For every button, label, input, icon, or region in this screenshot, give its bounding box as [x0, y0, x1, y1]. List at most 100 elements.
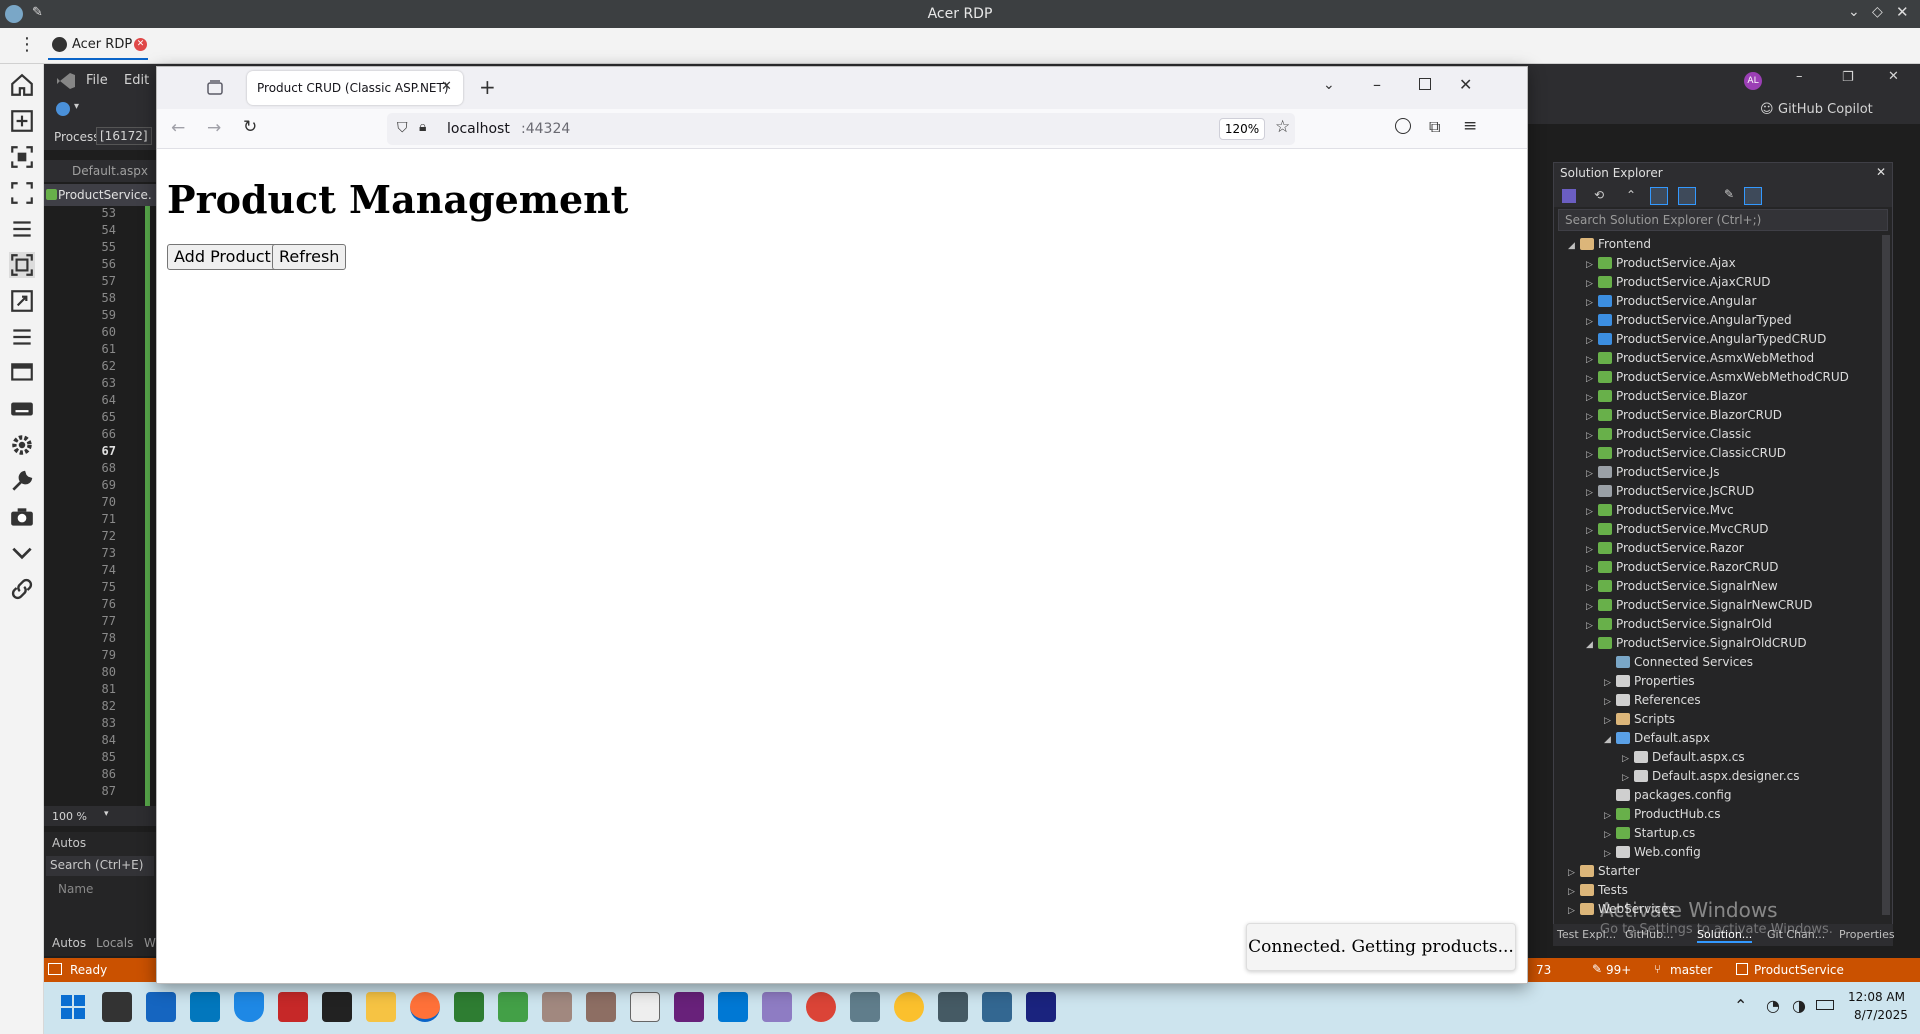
wrench-icon[interactable]: [9, 468, 35, 494]
tree-item[interactable]: ▷ Default.aspx.cs: [1622, 748, 1745, 767]
expanded-triangle-icon[interactable]: ◢: [1586, 636, 1598, 655]
chrome-icon[interactable]: [806, 992, 836, 1022]
wifi-icon[interactable]: ◔: [1766, 996, 1780, 1015]
doc-tab-default-aspx[interactable]: Default.aspx: [44, 160, 156, 182]
tree-item[interactable]: ▷ ProductService.AsmxWebMethodCRUD: [1586, 368, 1849, 387]
tracking-shield-icon[interactable]: ⛉: [397, 120, 408, 136]
clock-date[interactable]: 8/7/2025: [1854, 1008, 1908, 1022]
project-name[interactable]: ProductService: [1754, 963, 1844, 977]
rdp-tab-close-icon[interactable]: ✕: [134, 38, 147, 51]
list-icon[interactable]: [9, 324, 35, 350]
sync-icon[interactable]: ⟲: [1594, 188, 1604, 202]
tree-item[interactable]: ▷ ProductService.RazorCRUD: [1586, 558, 1778, 577]
doc-tab-productservice[interactable]: ProductService.: [44, 184, 156, 206]
chevron-down-icon[interactable]: [9, 540, 35, 566]
battery-icon[interactable]: [1816, 1000, 1834, 1010]
clock-time[interactable]: 12:08 AM: [1848, 990, 1905, 1004]
expand-icon[interactable]: [9, 288, 35, 314]
autos-search[interactable]: Search (Ctrl+E): [46, 856, 154, 876]
zoom-indicator[interactable]: 120%: [1219, 118, 1265, 140]
taskbar-app-9-icon[interactable]: [454, 992, 484, 1022]
toolbar-dropdown-icon[interactable]: ▾: [74, 101, 79, 112]
tree-item[interactable]: ▷ Scripts: [1604, 710, 1675, 729]
notepad-icon[interactable]: [630, 992, 660, 1022]
properties-wrench-icon[interactable]: ✎: [1724, 187, 1734, 201]
windows-icon[interactable]: [9, 360, 35, 386]
terminal-icon[interactable]: [322, 992, 352, 1022]
editor-zoom[interactable]: 100 % ▾: [44, 806, 156, 826]
tree-item[interactable]: ▷ Web.config: [1604, 843, 1701, 862]
browser-close-icon[interactable]: ✕: [1459, 75, 1472, 94]
reload-icon[interactable]: ↻: [243, 117, 257, 137]
vscode-icon[interactable]: [718, 992, 748, 1022]
file-explorer-icon[interactable]: [366, 992, 396, 1022]
browser-maximize-icon[interactable]: [1419, 78, 1431, 90]
visual-studio-icon[interactable]: [674, 992, 704, 1022]
taskbar-app-2-icon[interactable]: [146, 992, 176, 1022]
firefox-icon[interactable]: [410, 992, 440, 1022]
fit-screen-icon[interactable]: [9, 144, 35, 170]
tree-item[interactable]: ▷ ProductService.SignalrNew: [1586, 577, 1778, 596]
editor-zoom-value[interactable]: 100 %: [52, 810, 87, 823]
defender-shield-icon[interactable]: [234, 992, 264, 1022]
link-icon[interactable]: [9, 576, 35, 602]
taskbar-app-19-icon[interactable]: [894, 992, 924, 1022]
collapsed-triangle-icon[interactable]: ▷: [1568, 902, 1580, 921]
tree-item[interactable]: ◢ Frontend: [1568, 235, 1651, 254]
tree-item[interactable]: ▷ ProductService.JsCRUD: [1586, 482, 1754, 501]
tree-item[interactable]: ▷ References: [1604, 691, 1701, 710]
rdp-session-tab[interactable]: Acer RDP ✕: [48, 32, 148, 60]
tree-item[interactable]: ▷ ProductService.AngularTyped: [1586, 311, 1792, 330]
process-selector[interactable]: Process: [16172]: [44, 124, 164, 150]
se-scrollbar[interactable]: [1882, 235, 1890, 915]
rdp-close-icon[interactable]: ✕: [1896, 3, 1909, 21]
tree-item[interactable]: ▷ ProductService.Razor: [1586, 539, 1744, 558]
taskbar-app-11-icon[interactable]: [542, 992, 572, 1022]
restore-icon[interactable]: ❐: [1842, 70, 1854, 85]
minimize-icon[interactable]: –: [1796, 69, 1803, 84]
tab-properties[interactable]: Properties: [1839, 928, 1895, 941]
extensions-icon[interactable]: ⧉: [1429, 117, 1440, 137]
menu-file[interactable]: File: [86, 73, 108, 88]
taskbar-app-18-icon[interactable]: [850, 992, 880, 1022]
taskbar-app-22-icon[interactable]: [1026, 992, 1056, 1022]
tree-item[interactable]: ▷ ProductService.AjaxCRUD: [1586, 273, 1770, 292]
solution-explorer-search[interactable]: Search Solution Explorer (Ctrl+;): [1558, 209, 1888, 231]
menu-edit[interactable]: Edit: [124, 73, 149, 88]
github-copilot-button[interactable]: GitHub Copilot: [1778, 102, 1873, 117]
start-icon[interactable]: [58, 992, 88, 1022]
account-icon[interactable]: [1395, 118, 1411, 134]
tree-item[interactable]: ▷ Startup.cs: [1604, 824, 1695, 843]
app-menu-icon[interactable]: ≡: [1463, 116, 1477, 136]
tree-item[interactable]: ▷ Starter: [1568, 862, 1640, 881]
filter-icon[interactable]: [1678, 187, 1696, 205]
fullscreen-icon[interactable]: [9, 180, 35, 206]
solution-switch-icon[interactable]: [1562, 189, 1576, 203]
taskbar-app-1-icon[interactable]: [102, 992, 132, 1022]
tree-item[interactable]: ▷ ProductService.SignalrOld: [1586, 615, 1772, 634]
tree-item[interactable]: ▷ ProductService.ClassicCRUD: [1586, 444, 1786, 463]
avatar[interactable]: AL: [1744, 72, 1762, 90]
tree-item[interactable]: ◢ Default.aspx: [1604, 729, 1710, 748]
browser-tab-close-icon[interactable]: ✕: [441, 79, 452, 94]
autos-tab-watch[interactable]: W: [144, 936, 156, 950]
tree-item[interactable]: ◢ ProductService.SignalrOldCRUD: [1586, 634, 1807, 653]
tree-item[interactable]: ▷ Default.aspx.designer.cs: [1622, 767, 1800, 786]
zoom-dropdown-icon[interactable]: ▾: [104, 809, 109, 819]
postgres-icon[interactable]: [982, 992, 1012, 1022]
settings-icon[interactable]: [9, 432, 35, 458]
taskbar-app-3-icon[interactable]: [190, 992, 220, 1022]
tree-item[interactable]: ▷ ProductService.Js: [1586, 463, 1720, 482]
tree-item[interactable]: ▷ ProductService.Ajax: [1586, 254, 1736, 273]
tree-item[interactable]: packages.config: [1604, 786, 1731, 805]
refresh-button[interactable]: Refresh: [272, 244, 347, 270]
browser-tab-active[interactable]: Product CRUD (Classic ASP.NET) ✕: [247, 71, 463, 105]
tree-item[interactable]: ▷ ProductService.Mvc: [1586, 501, 1734, 520]
expanded-triangle-icon[interactable]: ◢: [1568, 237, 1580, 256]
show-all-files-icon[interactable]: [1650, 187, 1668, 205]
autos-tab-autos[interactable]: Autos: [52, 936, 86, 950]
forward-icon[interactable]: →: [207, 118, 221, 138]
tree-item[interactable]: ▷ ProductService.MvcCRUD: [1586, 520, 1769, 539]
rdp-chevron-down-icon[interactable]: ⌄: [1848, 4, 1860, 20]
lock-icon[interactable]: 🔒︎: [419, 119, 426, 135]
